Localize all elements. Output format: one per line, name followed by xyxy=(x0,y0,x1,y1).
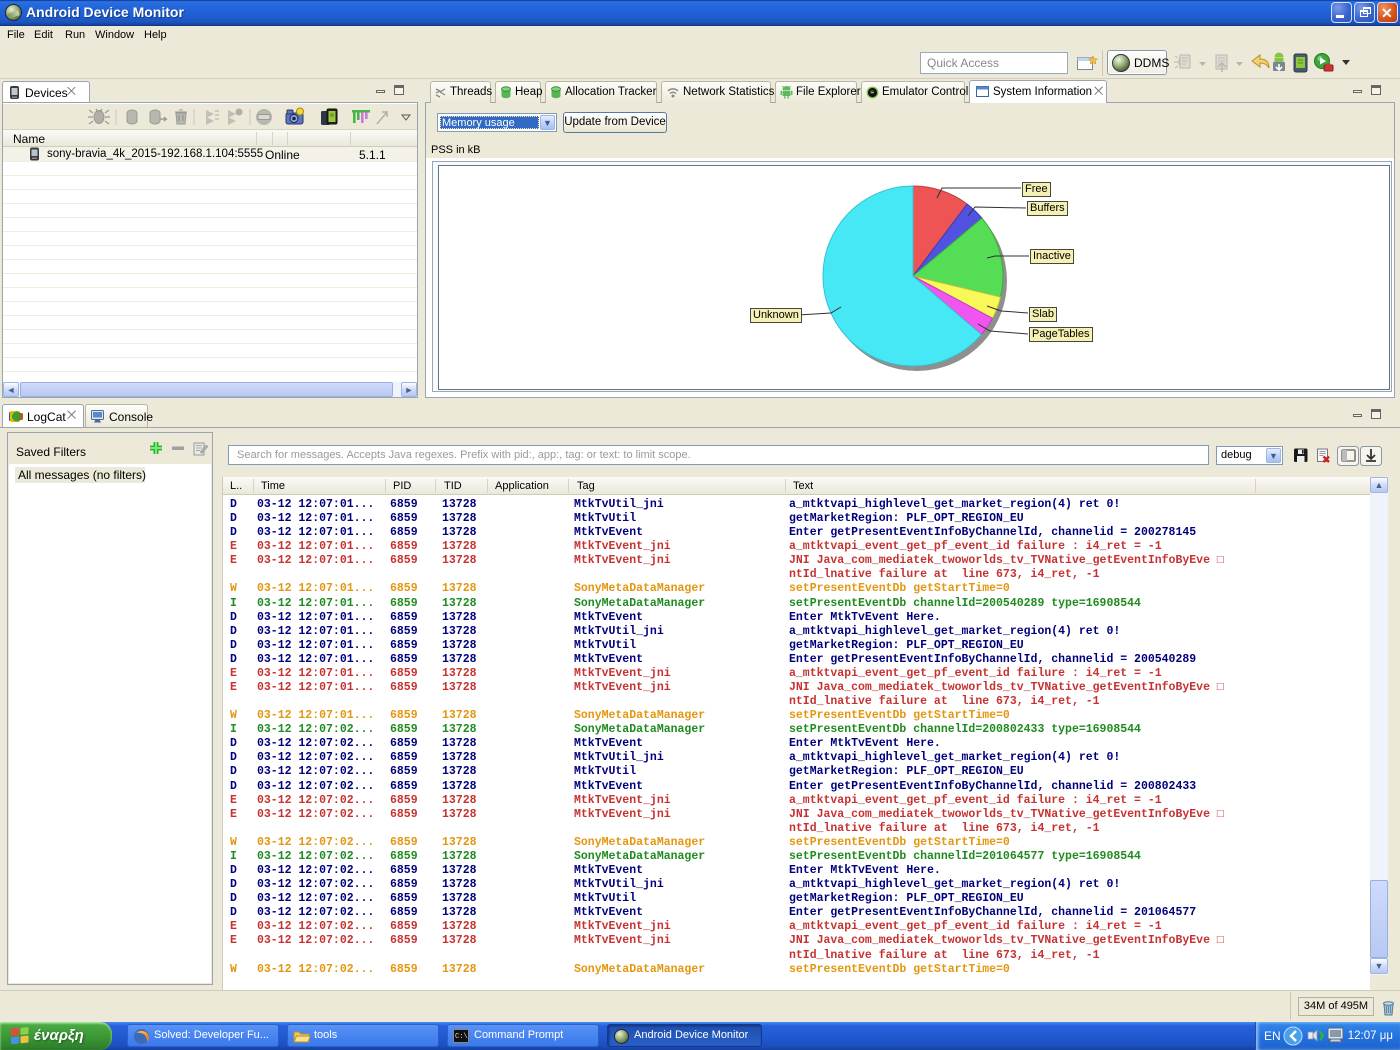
svg-text:C:\: C:\ xyxy=(455,1033,468,1041)
